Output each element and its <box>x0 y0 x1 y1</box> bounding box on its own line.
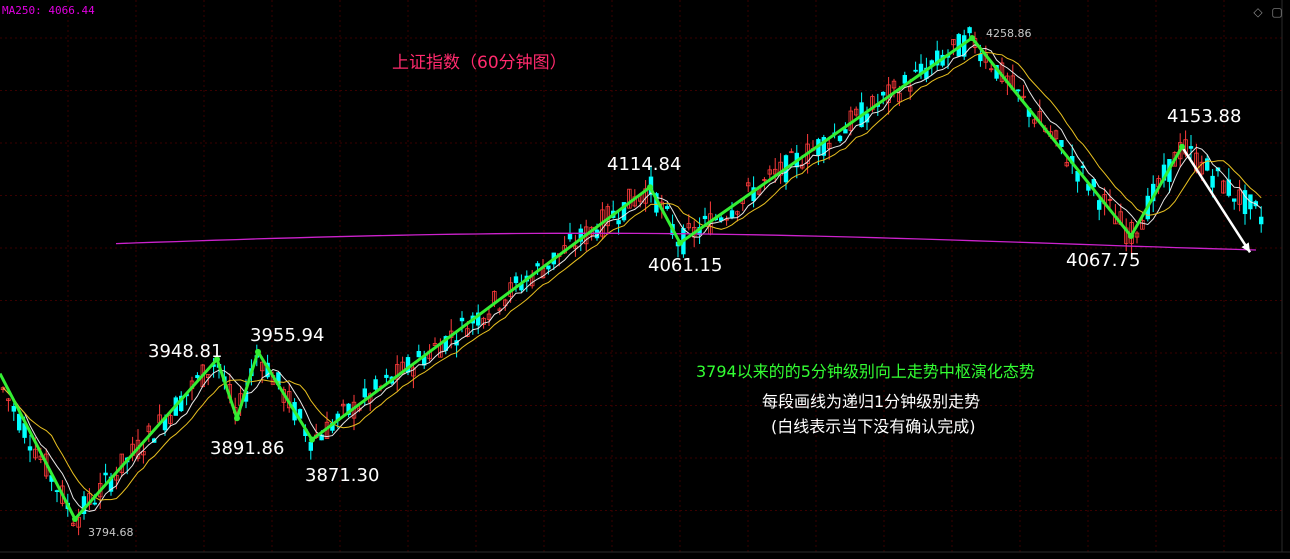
candle-body <box>567 234 573 240</box>
ma-white-line <box>2 43 1262 512</box>
candle-body <box>27 446 33 451</box>
candle-body <box>54 490 60 492</box>
candle-body <box>913 69 918 72</box>
moving-averages <box>2 43 1262 512</box>
candle-body <box>902 74 907 84</box>
candle-body <box>308 441 313 451</box>
candle-body <box>702 215 708 220</box>
diamond-icon[interactable]: ◇ <box>1251 5 1265 19</box>
pivot-marker <box>255 348 261 355</box>
candle-body <box>92 502 97 505</box>
candle-body <box>665 206 670 209</box>
candle-body <box>1016 89 1021 92</box>
candlestick-chart <box>0 0 1290 553</box>
candle-body <box>11 405 16 412</box>
candle-body <box>837 135 843 142</box>
candle-body <box>195 375 200 378</box>
pivot-label-3891-86: 3891.86 <box>210 438 285 459</box>
candle-body <box>616 220 621 225</box>
candle-body <box>362 388 367 398</box>
chart-title: 上证指数（60分钟图） <box>392 53 567 73</box>
candle-body <box>416 350 421 358</box>
candle-body <box>729 210 735 218</box>
candle-body <box>1188 146 1194 149</box>
pivot-marker <box>1128 233 1134 240</box>
candle-body <box>1210 175 1215 188</box>
candle-body <box>967 27 972 34</box>
pivot-label-4061-15: 4061.15 <box>648 255 723 276</box>
pivot-marker <box>647 184 653 191</box>
candle-body <box>1097 200 1102 210</box>
ma-yellow-line <box>2 51 1262 501</box>
pivot-marker <box>234 415 240 422</box>
pivot-marker <box>72 516 78 522</box>
candle-body <box>535 263 540 267</box>
candle-body <box>459 317 465 322</box>
candle-body <box>513 276 519 284</box>
pivot-marker <box>309 436 315 443</box>
ma250-line <box>115 232 1257 251</box>
pivot-label-3948-81: 3948.81 <box>148 341 223 362</box>
segment-lines <box>0 35 1252 522</box>
candle-body <box>103 472 108 476</box>
segment-polyline <box>0 36 1184 521</box>
pivot-label-3794-68: 3794.68 <box>88 526 134 539</box>
candles <box>0 26 1264 536</box>
pivot-marker <box>677 239 683 246</box>
pivot-label-3871-30: 3871.30 <box>305 465 380 486</box>
candle-body <box>1232 198 1237 202</box>
candle-body <box>373 379 378 390</box>
annotation-line-3: (白线表示当下没有确认完成) <box>771 417 976 436</box>
annotation-line-2: 每段画线为递归1分钟级别走势 <box>762 392 981 411</box>
candle-body <box>384 374 389 378</box>
pivot-marker <box>1179 143 1185 150</box>
candle-body <box>546 265 551 270</box>
pivot-marker <box>969 35 975 41</box>
candle-body <box>978 53 983 62</box>
pivot-label-4258-86: 4258.86 <box>986 27 1032 40</box>
candle-body <box>1259 216 1264 225</box>
pivot-label-4067-75: 4067.75 <box>1066 250 1141 271</box>
candle-body <box>881 91 886 96</box>
pivot-label-4114-84: 4114.84 <box>607 154 682 175</box>
pivot-label-3955-94: 3955.94 <box>250 325 325 346</box>
candle-body <box>16 413 22 431</box>
ma250-label: MA250: 4066.44 <box>2 4 95 17</box>
window-icon[interactable]: ▢ <box>1270 5 1284 19</box>
annotation-line-1: 3794以来的的5分钟级别向上走势中枢演化态势 <box>696 362 1035 381</box>
pivot-label-4153-88: 4153.88 <box>1167 106 1242 127</box>
grid-lines <box>0 0 1290 553</box>
candle-body <box>843 129 848 134</box>
